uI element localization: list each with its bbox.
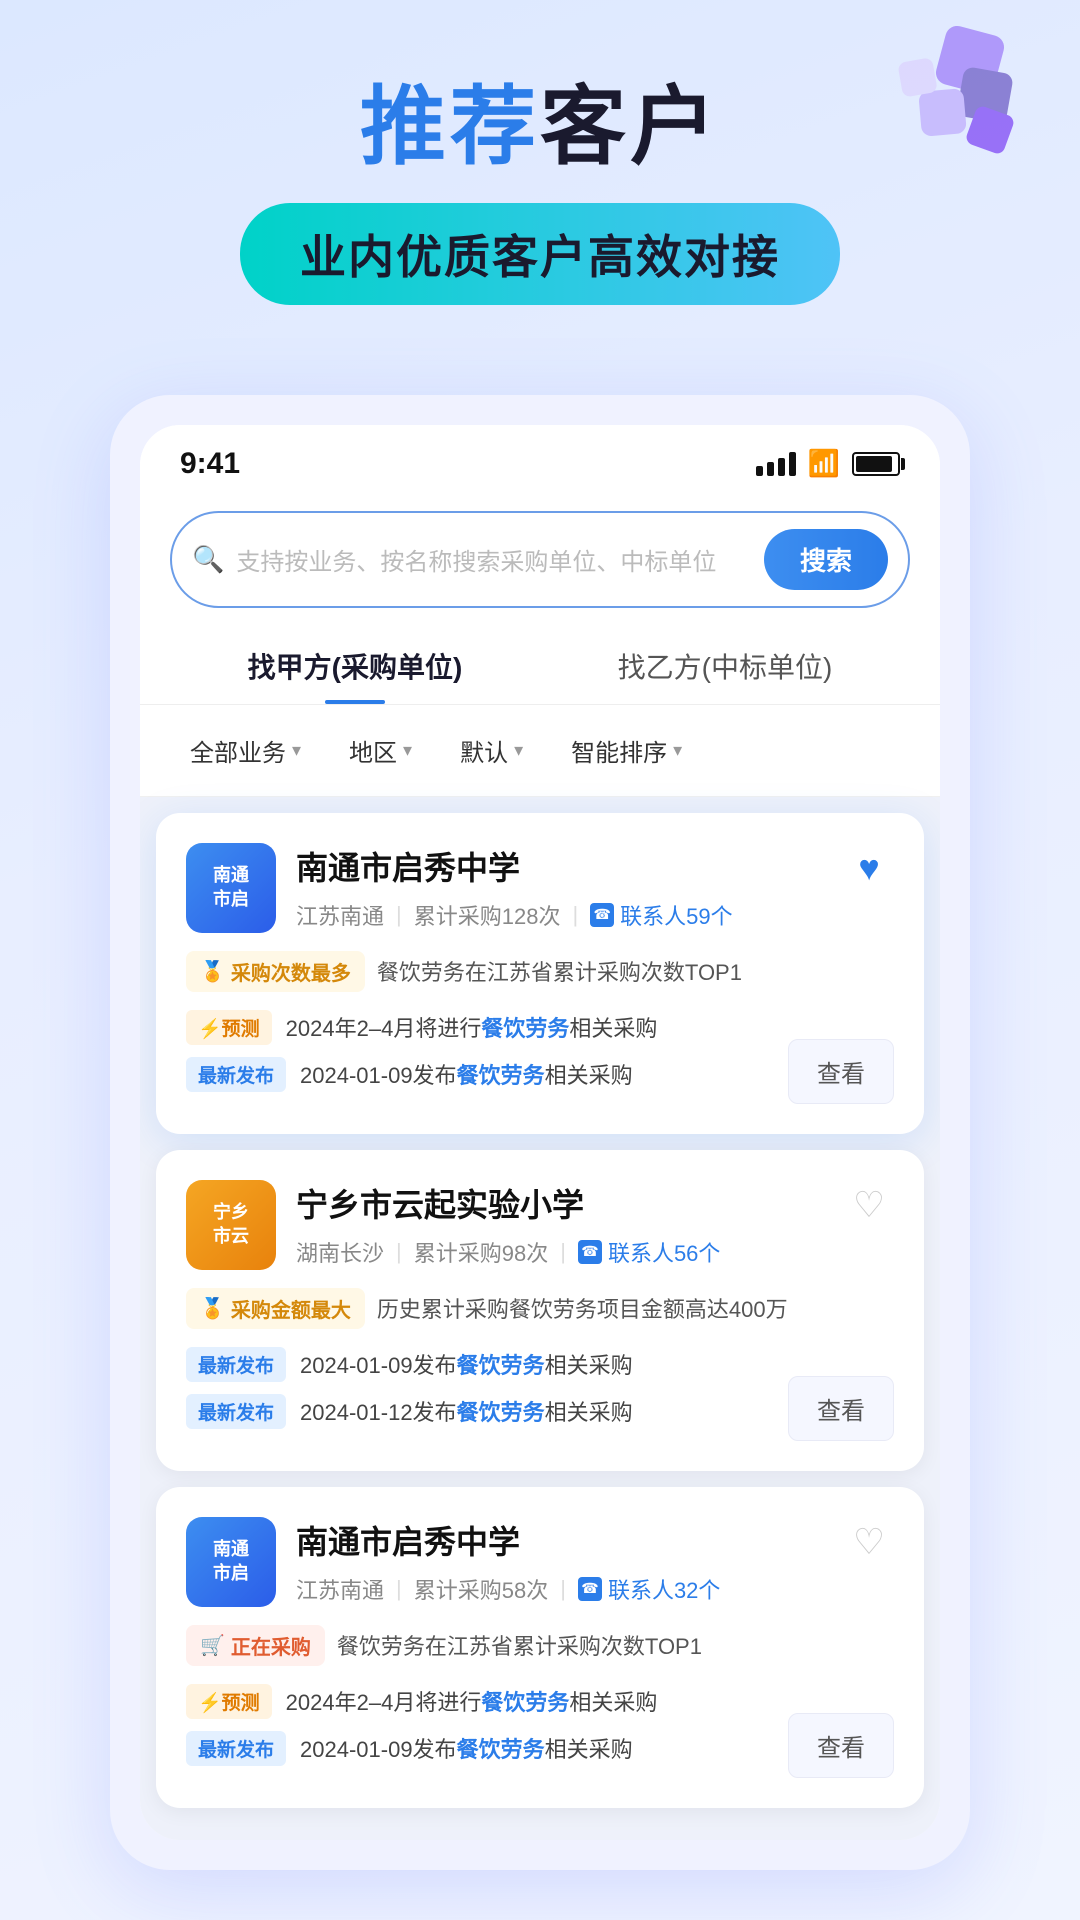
view-button-2[interactable]: 查看 (788, 1376, 894, 1441)
badge-shopping-3: 🛒 正在采购 (186, 1625, 325, 1666)
filter-all-business[interactable]: 全部业务 ▾ (170, 723, 321, 778)
company-logo-3: 南通 市启 (186, 1517, 276, 1607)
badge-row-3: 🛒 正在采购 餐饮劳务在江苏省累计采购次数TOP1 (186, 1625, 894, 1666)
contact-link-2[interactable]: ☎ 联系人56个 (578, 1236, 720, 1268)
card-actions-1: ⚡预测 2024年2–4月将进行餐饮劳务相关采购 最新发布 2024-01-09… (186, 1010, 894, 1104)
new-release-tag-2-1: 最新发布 (186, 1347, 286, 1382)
contact-icon: ☎ (590, 903, 614, 927)
card-2: 宁乡 市云 宁乡市云起实验小学 湖南长沙 | 累计采购98次 | ☎ 联系人 (156, 1150, 924, 1471)
contact-link-1[interactable]: ☎ 联系人59个 (590, 899, 732, 931)
company-logo-2: 宁乡 市云 (186, 1180, 276, 1270)
badge-row-2: 🏅 采购金额最大 历史累计采购餐饮劳务项目金额高达400万 (186, 1288, 894, 1329)
company-meta-3: 江苏南通 | 累计采购58次 | ☎ 联系人32个 (296, 1573, 824, 1605)
card-actions-3: ⚡预测 2024年2–4月将进行餐饮劳务相关采购 最新发布 2024-01-09… (186, 1684, 894, 1778)
contact-icon: ☎ (578, 1577, 602, 1601)
signal-icon (756, 452, 796, 476)
card-header-2: 宁乡 市云 宁乡市云起实验小学 湖南长沙 | 累计采购98次 | ☎ 联系人 (186, 1180, 894, 1270)
card-info-2: 宁乡市云起实验小学 湖南长沙 | 累计采购98次 | ☎ 联系人56个 (296, 1180, 824, 1268)
battery-icon (852, 452, 900, 476)
badge-desc-1: 餐饮劳务在江苏省累计采购次数TOP1 (377, 955, 742, 987)
filter-region[interactable]: 地区 ▾ (329, 723, 432, 778)
company-name-3: 南通市启秀中学 (296, 1517, 824, 1563)
tabs-section: 找甲方(采购单位) 找乙方(中标单位) (140, 624, 940, 705)
search-bar[interactable]: 🔍 支持按业务、按名称搜索采购单位、中标单位 搜索 (170, 511, 910, 608)
search-input[interactable]: 支持按业务、按名称搜索采购单位、中标单位 (236, 542, 752, 577)
company-logo-1: 南通 市启 (186, 843, 276, 933)
contact-link-3[interactable]: ☎ 联系人32个 (578, 1573, 720, 1605)
info-row-2-1: 最新发布 2024-01-09发布餐饮劳务相关采购 (186, 1347, 788, 1382)
info-row-3-2: 最新发布 2024-01-09发布餐饮劳务相关采购 (186, 1731, 788, 1766)
card-info-3: 南通市启秀中学 江苏南通 | 累计采购58次 | ☎ 联系人32个 (296, 1517, 824, 1605)
company-meta-1: 江苏南通 | 累计采购128次 | ☎ 联系人59个 (296, 899, 824, 931)
card-1: 南通 市启 南通市启秀中学 江苏南通 | 累计采购128次 | ☎ 联系人5 (156, 813, 924, 1134)
hero-subtitle-wrap: 业内优质客户高效对接 (240, 203, 840, 305)
company-meta-2: 湖南长沙 | 累计采购98次 | ☎ 联系人56个 (296, 1236, 824, 1268)
info-text-3-1: 2024年2–4月将进行餐饮劳务相关采购 (286, 1685, 788, 1717)
info-row-1-2: 最新发布 2024-01-09发布餐饮劳务相关采购 (186, 1057, 788, 1092)
info-text-1-1: 2024年2–4月将进行餐饮劳务相关采购 (286, 1011, 788, 1043)
card-info-block-1: ⚡预测 2024年2–4月将进行餐饮劳务相关采购 最新发布 2024-01-09… (186, 1010, 788, 1104)
favorite-button-2[interactable]: ♡ (844, 1180, 894, 1230)
card-info-block-2: 最新发布 2024-01-09发布餐饮劳务相关采购 最新发布 2024-01-1… (186, 1347, 788, 1441)
card-3: 南通 市启 南通市启秀中学 江苏南通 | 累计采购58次 | ☎ 联系人32 (156, 1487, 924, 1808)
cards-area: 南通 市启 南通市启秀中学 江苏南通 | 累计采购128次 | ☎ 联系人5 (140, 797, 940, 1840)
tab-buyer[interactable]: 找甲方(采购单位) (170, 624, 540, 704)
info-text-1-2: 2024-01-09发布餐饮劳务相关采购 (300, 1058, 788, 1090)
chevron-down-icon: ▾ (292, 740, 301, 761)
badge-gold-1: 🏅 采购次数最多 (186, 951, 365, 992)
new-release-tag-2-2: 最新发布 (186, 1394, 286, 1429)
phone-mockup: 9:41 📶 🔍 支持按业务、按名称搜索采购单位、中标单位 搜索 (110, 395, 970, 1870)
chevron-down-icon: ▾ (673, 740, 682, 761)
search-button[interactable]: 搜索 (764, 529, 888, 590)
info-row-2-2: 最新发布 2024-01-12发布餐饮劳务相关采购 (186, 1394, 788, 1429)
info-text-2-1: 2024-01-09发布餐饮劳务相关采购 (300, 1348, 788, 1380)
card-header-1: 南通 市启 南通市启秀中学 江苏南通 | 累计采购128次 | ☎ 联系人5 (186, 843, 894, 933)
info-row-3-1: ⚡预测 2024年2–4月将进行餐饮劳务相关采购 (186, 1684, 788, 1719)
favorite-button-1[interactable]: ♥ (844, 843, 894, 893)
view-button-3[interactable]: 查看 (788, 1713, 894, 1778)
tab-winner[interactable]: 找乙方(中标单位) (540, 624, 910, 704)
filter-bar: 全部业务 ▾ 地区 ▾ 默认 ▾ 智能排序 ▾ (140, 705, 940, 797)
search-section: 🔍 支持按业务、按名称搜索采购单位、中标单位 搜索 (140, 491, 940, 624)
company-name-2: 宁乡市云起实验小学 (296, 1180, 824, 1226)
chevron-down-icon: ▾ (403, 740, 412, 761)
contact-icon: ☎ (578, 1240, 602, 1264)
info-text-2-2: 2024-01-12发布餐饮劳务相关采购 (300, 1395, 788, 1427)
cube-decoration (870, 20, 1050, 200)
search-icon: 🔍 (192, 544, 224, 575)
company-name-1: 南通市启秀中学 (296, 843, 824, 889)
card-header-3: 南通 市启 南通市启秀中学 江苏南通 | 累计采购58次 | ☎ 联系人32 (186, 1517, 894, 1607)
favorite-button-3[interactable]: ♡ (844, 1517, 894, 1567)
info-text-3-2: 2024-01-09发布餐饮劳务相关采购 (300, 1732, 788, 1764)
wifi-icon: 📶 (808, 448, 840, 479)
card-info-block-3: ⚡预测 2024年2–4月将进行餐饮劳务相关采购 最新发布 2024-01-09… (186, 1684, 788, 1778)
status-bar: 9:41 📶 (140, 425, 940, 491)
badge-desc-2: 历史累计采购餐饮劳务项目金额高达400万 (377, 1292, 788, 1324)
new-release-tag-1: 最新发布 (186, 1057, 286, 1092)
filter-default[interactable]: 默认 ▾ (440, 723, 543, 778)
info-row-1-1: ⚡预测 2024年2–4月将进行餐饮劳务相关采购 (186, 1010, 788, 1045)
card-info-1: 南通市启秀中学 江苏南通 | 累计采购128次 | ☎ 联系人59个 (296, 843, 824, 931)
badge-row-1: 🏅 采购次数最多 餐饮劳务在江苏省累计采购次数TOP1 (186, 951, 894, 992)
view-button-1[interactable]: 查看 (788, 1039, 894, 1104)
predict-tag-1: ⚡预测 (186, 1010, 272, 1045)
predict-tag-3: ⚡预测 (186, 1684, 272, 1719)
phone-inner: 9:41 📶 🔍 支持按业务、按名称搜索采购单位、中标单位 搜索 (140, 425, 940, 1840)
new-release-tag-3: 最新发布 (186, 1731, 286, 1766)
card-actions-2: 最新发布 2024-01-09发布餐饮劳务相关采购 最新发布 2024-01-1… (186, 1347, 894, 1441)
badge-gold-2: 🏅 采购金额最大 (186, 1288, 365, 1329)
chevron-down-icon: ▾ (514, 740, 523, 761)
hero-section: 推荐客户 业内优质客户高效对接 (0, 0, 1080, 365)
badge-desc-3: 餐饮劳务在江苏省累计采购次数TOP1 (337, 1629, 702, 1661)
status-icons: 📶 (756, 448, 900, 479)
status-time: 9:41 (180, 447, 240, 481)
hero-subtitle: 业内优质客户高效对接 (300, 231, 780, 283)
filter-smart-sort[interactable]: 智能排序 ▾ (551, 723, 702, 778)
